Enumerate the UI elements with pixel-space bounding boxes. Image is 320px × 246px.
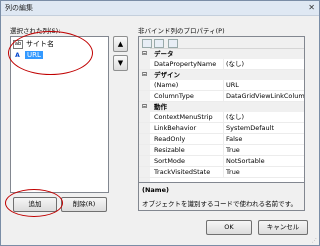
property-grid[interactable]: ⊟ データ DataPropertyName (なし) ⊟ デザイン (Name… xyxy=(138,36,305,183)
window-title: 列の編集 xyxy=(5,4,33,12)
property-name: (Name) xyxy=(154,81,179,89)
property-row[interactable]: TrackVisitedState True xyxy=(139,167,304,178)
property-value[interactable]: NotSortable xyxy=(223,156,304,166)
property-row[interactable]: ColumnType DataGridViewLinkColumn xyxy=(139,91,304,102)
property-name: ColumnType xyxy=(154,92,194,100)
property-grid-toolbar xyxy=(139,37,304,49)
property-value[interactable]: False xyxy=(223,134,304,144)
title-bar[interactable]: 列の編集 ✕ xyxy=(1,1,319,16)
collapse-icon[interactable]: ⊟ xyxy=(142,103,147,110)
move-up-button[interactable]: ▲ xyxy=(113,36,128,52)
category-name: 動作 xyxy=(154,103,167,111)
property-row[interactable]: ReadOnly False xyxy=(139,134,304,145)
property-value[interactable]: (なし) xyxy=(223,112,304,122)
property-name: ReadOnly xyxy=(154,135,186,143)
property-value[interactable]: DataGridViewLinkColumn xyxy=(223,91,304,101)
category-row[interactable]: ⊟ 動作 xyxy=(139,102,304,112)
property-value[interactable]: URL xyxy=(223,80,304,90)
ok-button[interactable]: OK xyxy=(206,220,252,235)
move-down-button[interactable]: ▼ xyxy=(113,55,128,71)
close-icon[interactable]: ✕ xyxy=(308,3,315,12)
cancel-button[interactable]: キャンセル xyxy=(258,220,308,235)
property-row[interactable]: SortMode NotSortable xyxy=(139,156,304,167)
category-name: データ xyxy=(154,50,174,58)
property-name: DataPropertyName xyxy=(154,60,217,68)
arrow-down-icon: ▼ xyxy=(117,59,124,67)
property-pages-icon[interactable] xyxy=(168,39,178,48)
property-description-panel: (Name) オブジェクトを識別するコードで使われる名前です。 xyxy=(138,182,305,211)
alphabetical-view-icon[interactable] xyxy=(154,39,164,48)
property-name: LinkBehavior xyxy=(154,124,197,132)
annotation-circle-columns xyxy=(8,31,93,75)
property-value[interactable]: SystemDefault xyxy=(223,123,304,133)
properties-label: 非バインド列のプロパティ(P) xyxy=(138,27,225,35)
property-value[interactable]: (なし) xyxy=(223,59,304,69)
property-name: TrackVisitedState xyxy=(154,168,211,176)
property-row[interactable]: (Name) URL xyxy=(139,80,304,91)
remove-button[interactable]: 削除(R) xyxy=(61,197,107,212)
resize-grip-icon[interactable]: ⋰ xyxy=(312,238,318,244)
category-name: デザイン xyxy=(154,71,180,79)
categorized-view-icon[interactable] xyxy=(142,39,152,48)
collapse-icon[interactable]: ⊟ xyxy=(142,71,147,78)
category-row[interactable]: ⊟ デザイン xyxy=(139,70,304,80)
property-row[interactable]: LinkBehavior SystemDefault xyxy=(139,123,304,134)
property-name: ContextMenuStrip xyxy=(154,113,213,121)
column-editor-dialog: 列の編集 ✕ 選択された列(S): ab サイト名 A URL ▲ ▼ 追加 削除(… xyxy=(0,0,320,246)
arrow-up-icon: ▲ xyxy=(117,40,124,48)
description-text: オブジェクトを識別するコードで使われる名前です。 xyxy=(142,200,298,208)
property-value[interactable]: True xyxy=(223,167,304,177)
property-name: Resizable xyxy=(154,146,185,154)
description-title: (Name) xyxy=(142,186,169,194)
property-row[interactable]: ContextMenuStrip (なし) xyxy=(139,112,304,123)
annotation-circle-add xyxy=(5,189,63,217)
property-name: SortMode xyxy=(154,157,186,165)
collapse-icon[interactable]: ⊟ xyxy=(142,50,147,57)
category-row[interactable]: ⊟ データ xyxy=(139,49,304,59)
property-row[interactable]: DataPropertyName (なし) xyxy=(139,59,304,70)
property-row[interactable]: Resizable True xyxy=(139,145,304,156)
property-value[interactable]: True xyxy=(223,145,304,155)
